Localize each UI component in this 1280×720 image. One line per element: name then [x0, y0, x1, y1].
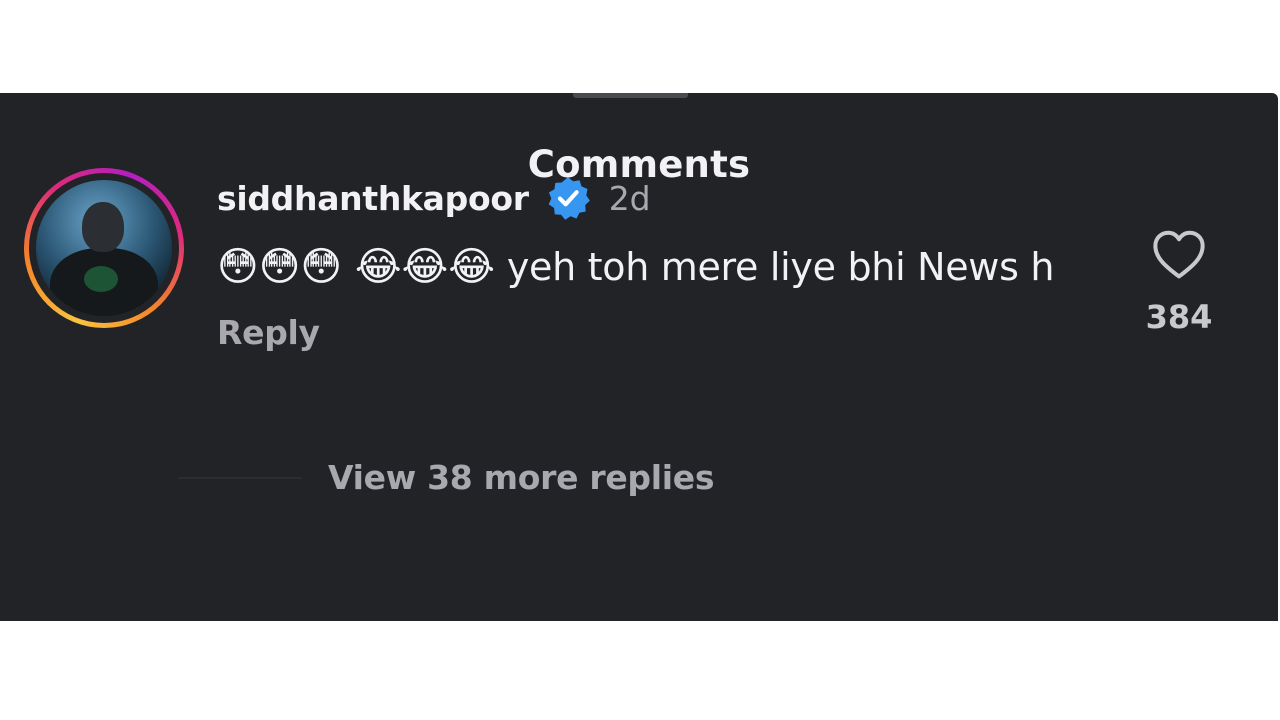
- comment-username[interactable]: siddhanthkapoor: [217, 179, 529, 218]
- reply-button[interactable]: Reply: [217, 313, 1067, 352]
- comments-sheet: Comments: [0, 93, 1278, 621]
- view-more-replies-label: View 38 more replies: [328, 458, 715, 497]
- like-count: 384: [1145, 298, 1213, 336]
- comment-meta: siddhanthkapoor 2d: [217, 175, 1067, 221]
- heart-outline-icon[interactable]: [1150, 228, 1208, 280]
- avatar: [36, 180, 172, 316]
- comment-body: 😳😳😳 😂😂😂 yeh toh mere liye bhi News h: [217, 241, 1067, 293]
- avatar-story-ring[interactable]: [24, 168, 184, 328]
- comment-emojis: 😳😳😳 😂😂😂: [217, 244, 496, 290]
- replies-divider: [178, 476, 302, 479]
- like-control: 384: [1140, 228, 1218, 336]
- sheet-drag-handle[interactable]: [573, 93, 688, 98]
- verified-badge-icon: [545, 175, 591, 221]
- comment-timestamp: 2d: [608, 178, 651, 218]
- view-more-replies[interactable]: View 38 more replies: [178, 458, 714, 497]
- comment-item: siddhanthkapoor 2d 😳😳😳 😂😂😂 yeh toh mere …: [217, 175, 1067, 352]
- comment-text: yeh toh mere liye bhi News h: [506, 245, 1055, 289]
